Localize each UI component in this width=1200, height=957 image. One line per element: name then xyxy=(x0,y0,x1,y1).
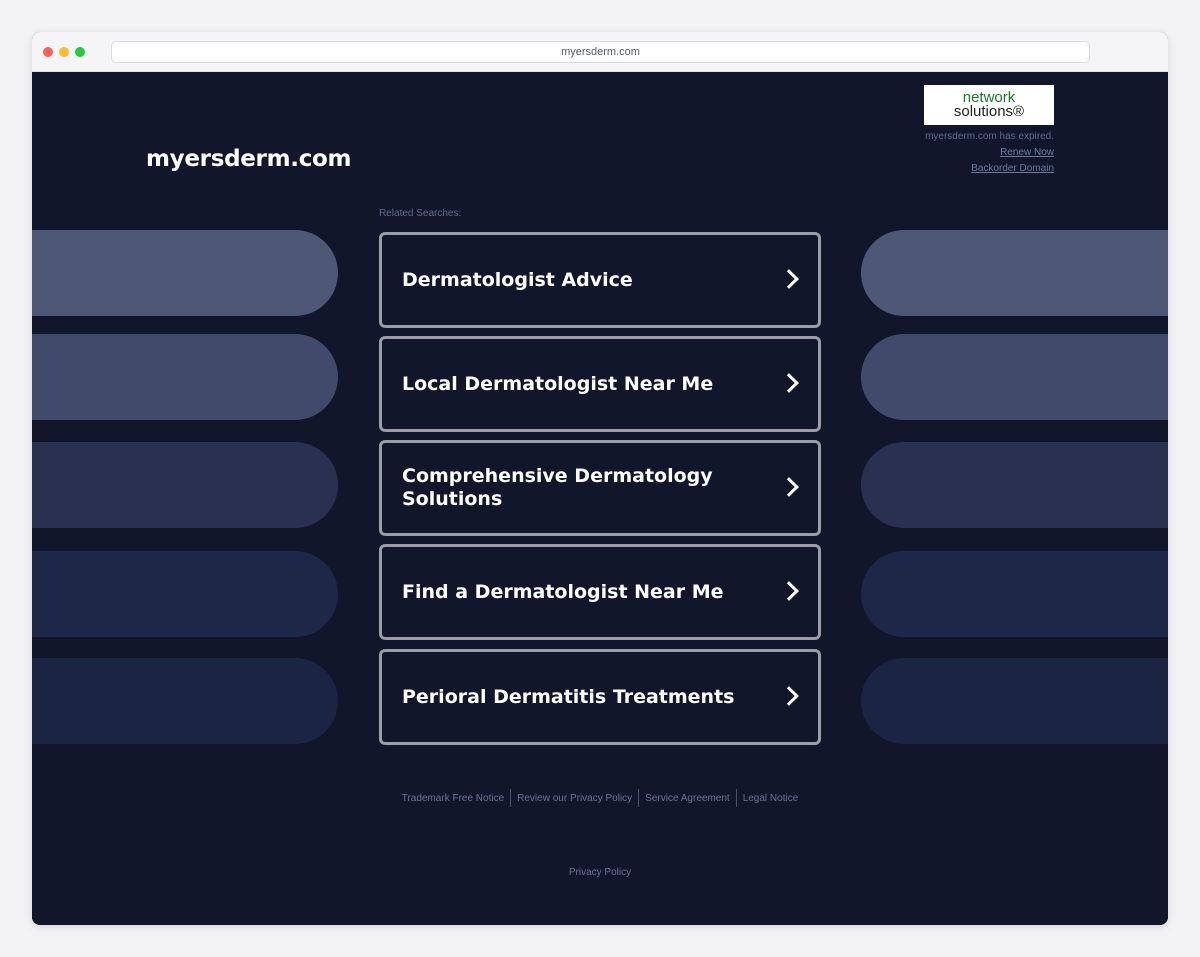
decor-pill-right-1 xyxy=(861,230,1168,316)
chevron-right-icon xyxy=(779,269,799,289)
related-searches-label: Related Searches: xyxy=(379,208,462,219)
expired-notice: myersderm.com has expired. xyxy=(925,131,1054,142)
decor-pill-left-1 xyxy=(32,230,338,316)
related-search-link[interactable]: Dermatologist Advice xyxy=(379,232,821,328)
related-search-label: Comprehensive Dermatology Solutions xyxy=(402,465,713,510)
minimize-window-icon[interactable] xyxy=(59,47,69,57)
chevron-right-icon xyxy=(779,373,799,393)
related-search-link[interactable]: Perioral Dermatitis Treatments xyxy=(379,649,821,745)
chevron-right-icon xyxy=(779,477,799,497)
decor-pill-right-3 xyxy=(861,442,1168,528)
related-search-link[interactable]: Find a Dermatologist Near Me xyxy=(379,544,821,640)
renew-now-link[interactable]: Renew Now xyxy=(925,145,1054,161)
decor-pill-right-2 xyxy=(861,334,1168,420)
legal-notice-link[interactable]: Legal Notice xyxy=(737,793,805,804)
decor-pill-left-2 xyxy=(32,334,338,420)
page-content: myersderm.com network solutions® myersde… xyxy=(32,72,1168,925)
privacy-review-link[interactable]: Review our Privacy Policy xyxy=(511,793,638,804)
logo-line-2: solutions® xyxy=(953,103,1025,120)
service-agreement-link[interactable]: Service Agreement xyxy=(639,793,736,804)
chevron-right-icon xyxy=(779,581,799,601)
related-search-label: Perioral Dermatitis Treatments xyxy=(402,685,735,708)
expiry-info: myersderm.com has expired. Renew Now Bac… xyxy=(925,129,1054,177)
backorder-domain-link[interactable]: Backorder Domain xyxy=(925,161,1054,177)
trademark-notice-link[interactable]: Trademark Free Notice xyxy=(396,793,510,804)
network-solutions-logo[interactable]: network solutions® xyxy=(924,85,1054,125)
chevron-right-icon xyxy=(779,686,799,706)
related-search-label: Find a Dermatologist Near Me xyxy=(402,580,724,603)
browser-toolbar: myersderm.com xyxy=(32,32,1168,72)
related-search-link[interactable]: Local Dermatologist Near Me xyxy=(379,336,821,432)
decor-pill-left-4 xyxy=(32,551,338,637)
decor-pill-right-4 xyxy=(861,551,1168,637)
decor-pill-left-5 xyxy=(32,658,338,744)
close-window-icon[interactable] xyxy=(43,47,53,57)
decor-pill-left-3 xyxy=(32,442,338,528)
site-title: myersderm.com xyxy=(146,146,352,172)
related-search-label: Dermatologist Advice xyxy=(402,268,633,291)
maximize-window-icon[interactable] xyxy=(75,47,85,57)
related-search-label: Local Dermatologist Near Me xyxy=(402,372,714,395)
decor-pill-right-5 xyxy=(861,658,1168,744)
browser-window: myersderm.com myersderm.com network solu… xyxy=(32,32,1168,925)
privacy-policy-link[interactable]: Privacy Policy xyxy=(32,867,1168,878)
related-search-link[interactable]: Comprehensive Dermatology Solutions xyxy=(379,440,821,536)
footer-links: Trademark Free Notice Review our Privacy … xyxy=(32,789,1168,807)
address-bar[interactable]: myersderm.com xyxy=(111,41,1090,63)
